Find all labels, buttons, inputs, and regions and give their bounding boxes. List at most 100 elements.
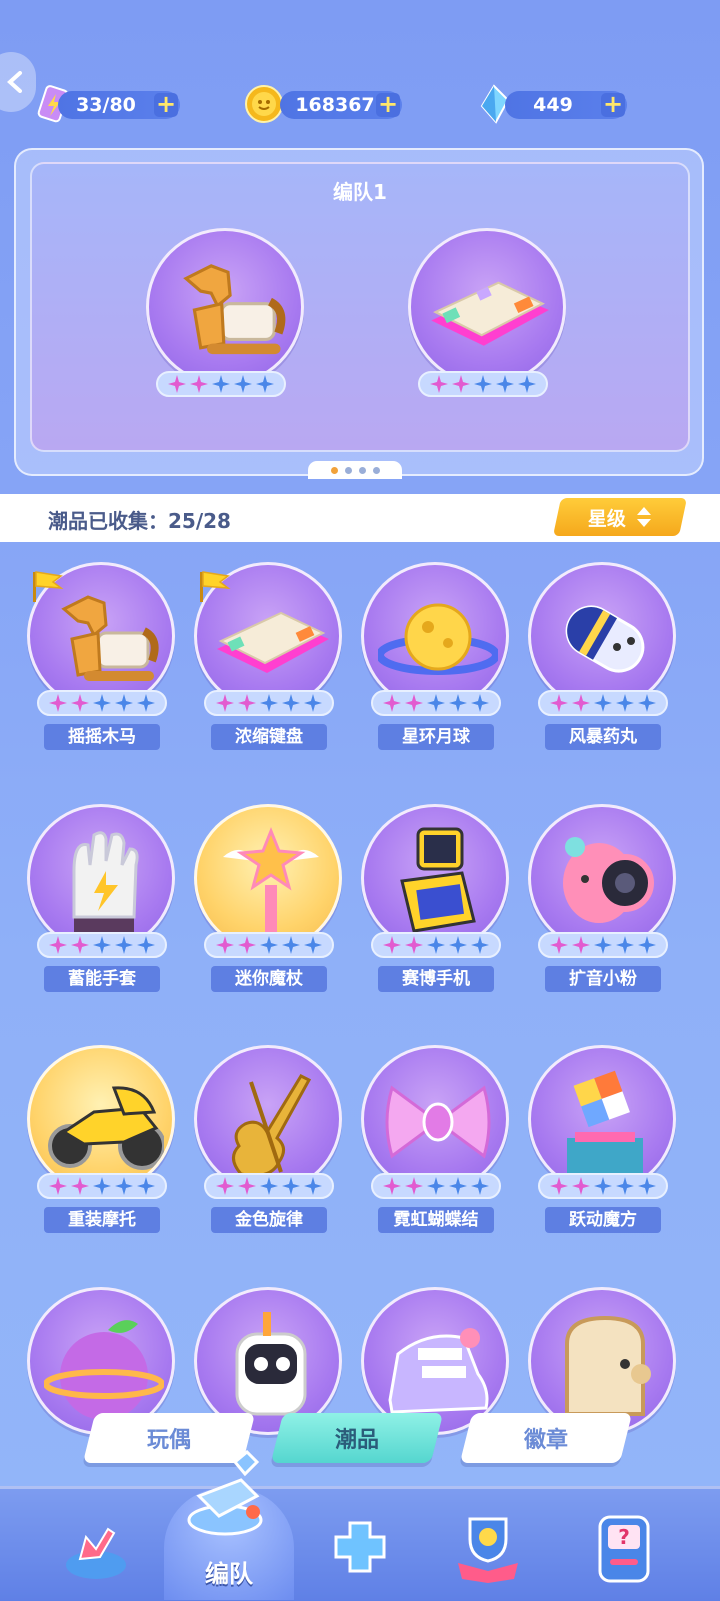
- nav-mystery-box-button[interactable]: ?: [584, 1509, 664, 1589]
- item-name: 蓄能手套: [44, 966, 160, 992]
- collection-item[interactable]: 扩音小粉: [528, 804, 678, 1004]
- collection-item[interactable]: 迷你魔杖: [194, 804, 344, 1004]
- sort-by-star-button[interactable]: 星级: [552, 498, 688, 536]
- toast-icon: [565, 1315, 651, 1416]
- star-empty-icon: [115, 936, 133, 954]
- tab-trendy[interactable]: 潮品: [270, 1413, 444, 1463]
- add-gem-button[interactable]: +: [601, 92, 625, 117]
- tab-badges[interactable]: 徽章: [459, 1413, 633, 1463]
- back-button[interactable]: [0, 52, 36, 112]
- nav-home-button[interactable]: [56, 1509, 136, 1589]
- star-empty-icon: [616, 694, 634, 712]
- star-filled-icon: [238, 1177, 256, 1195]
- nav-team-button[interactable]: 编队: [164, 1450, 294, 1600]
- collection-item[interactable]: 摇摇木马: [27, 562, 177, 762]
- item-portrait: [361, 562, 509, 710]
- star-filled-icon: [430, 375, 448, 393]
- star-empty-icon: [93, 1177, 111, 1195]
- item-stars: [37, 1173, 167, 1199]
- nav-trophy-button[interactable]: [448, 1509, 528, 1589]
- item-portrait: [528, 1045, 676, 1193]
- star-empty-icon: [256, 375, 274, 393]
- star-filled-icon: [238, 694, 256, 712]
- star-empty-icon: [304, 1177, 322, 1195]
- item-portrait: [27, 1045, 175, 1193]
- collection-count: 潮品已收集：25/28: [48, 509, 231, 533]
- star-empty-icon: [137, 694, 155, 712]
- equipped-flag-icon: [200, 571, 231, 602]
- collection-item[interactable]: 星环月球: [361, 562, 511, 762]
- star-empty-icon: [496, 375, 514, 393]
- star-empty-icon: [427, 1177, 445, 1195]
- collection-item[interactable]: 金色旋律: [194, 1045, 344, 1245]
- star-empty-icon: [260, 1177, 278, 1195]
- team-slot-2-stars: [418, 371, 548, 397]
- star-filled-icon: [49, 694, 67, 712]
- energy-counter: 33/80 +: [58, 91, 180, 119]
- team-page-indicator[interactable]: [308, 461, 402, 479]
- home-arrow-icon: [66, 1527, 126, 1579]
- violin-icon: [232, 1074, 312, 1177]
- item-stars: [204, 1173, 334, 1199]
- tab-trendy-label: 潮品: [334, 1428, 379, 1453]
- item-portrait: [361, 804, 509, 952]
- star-empty-icon: [616, 936, 634, 954]
- page-dot[interactable]: [330, 466, 338, 474]
- star-filled-icon: [572, 1177, 590, 1195]
- star-empty-icon: [282, 936, 300, 954]
- star-empty-icon: [212, 375, 230, 393]
- star-filled-icon: [550, 1177, 568, 1195]
- gold-coin-icon: [245, 85, 283, 123]
- star-empty-icon: [616, 1177, 634, 1195]
- team-whistle-icon: [187, 1450, 263, 1536]
- star-filled-icon: [216, 694, 234, 712]
- item-stars: [204, 932, 334, 958]
- star-empty-icon: [471, 1177, 489, 1195]
- team-slot-2[interactable]: [408, 228, 566, 408]
- team-slot-1[interactable]: [146, 228, 304, 408]
- star-empty-icon: [471, 936, 489, 954]
- collection-item[interactable]: 风暴药丸: [528, 562, 678, 762]
- item-name: 扩音小粉: [545, 966, 661, 992]
- item-name: 浓缩键盘: [211, 724, 327, 750]
- team-title: 编队1: [333, 180, 387, 204]
- star-empty-icon: [638, 936, 656, 954]
- chevron-left-icon: [7, 71, 22, 93]
- star-filled-icon: [168, 375, 186, 393]
- star-filled-icon: [216, 1177, 234, 1195]
- collection-item[interactable]: 跃动魔方: [528, 1045, 678, 1245]
- add-energy-button[interactable]: +: [154, 92, 178, 117]
- page-dot[interactable]: [344, 466, 352, 474]
- gem-value: 449: [533, 94, 573, 116]
- coin-counter: 168367 +: [280, 91, 402, 119]
- star-empty-icon: [594, 936, 612, 954]
- page-dot[interactable]: [372, 466, 380, 474]
- coin-value: 168367: [295, 94, 375, 116]
- star-empty-icon: [474, 375, 492, 393]
- star-empty-icon: [260, 936, 278, 954]
- bottom-nav: ?: [0, 1486, 720, 1601]
- collection-item[interactable]: 赛博手机: [361, 804, 511, 1004]
- star-filled-icon: [49, 936, 67, 954]
- add-coin-button[interactable]: +: [376, 92, 400, 117]
- item-portrait: [194, 1045, 342, 1193]
- item-portrait: [528, 804, 676, 952]
- collection-bar: 潮品已收集：25/28 星级: [0, 494, 720, 542]
- robot-icon: [235, 1312, 307, 1416]
- collection-item[interactable]: 蓄能手套: [27, 804, 177, 1004]
- item-stars: [37, 690, 167, 716]
- page-dot[interactable]: [358, 466, 366, 474]
- tab-badges-label: 徽章: [523, 1428, 568, 1453]
- sort-arrows-icon: [637, 507, 651, 527]
- star-filled-icon: [572, 694, 590, 712]
- collection-item[interactable]: 浓缩键盘: [194, 562, 344, 762]
- item-name: 跃动魔方: [545, 1207, 661, 1233]
- star-empty-icon: [137, 936, 155, 954]
- nav-puzzle-button[interactable]: [320, 1509, 400, 1589]
- star-empty-icon: [427, 694, 445, 712]
- collection-item[interactable]: 重装摩托: [27, 1045, 177, 1245]
- item-stars: [371, 690, 501, 716]
- item-stars: [538, 1173, 668, 1199]
- collection-item[interactable]: 霓虹蝴蝶结: [361, 1045, 511, 1245]
- keyboard-icon: [431, 281, 549, 346]
